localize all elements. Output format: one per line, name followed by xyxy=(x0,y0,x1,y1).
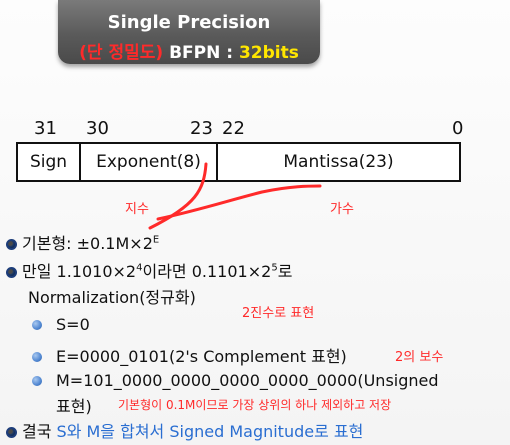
title-banner: Single Precision (단 정밀도) BFPN : 32bits xyxy=(58,0,320,64)
float-register-diagram: Sign Exponent(8) Mantissa(23) xyxy=(16,142,461,182)
basic-form-exponent: E xyxy=(152,234,160,246)
exponent-annotation: 지수 xyxy=(125,202,149,217)
slide-subtitle: (단 정밀도) BFPN : 32bits xyxy=(58,38,320,63)
conclusion-line: 결국 S와 M을 합쳐서 Signed Magnitude로 표현 xyxy=(6,418,363,442)
bit-label-0: 0 xyxy=(452,118,464,139)
mantissa-arrow-mark xyxy=(156,184,322,221)
example-text-2: 이라면 0.1101×2 xyxy=(142,262,272,281)
sub-bullet-icon xyxy=(32,320,42,330)
mantissa-annotation: 가수 xyxy=(330,202,354,217)
m-value-line: M=101_0000_0000_0000_0000_0000(Unsigned xyxy=(32,371,439,390)
bit-label-22: 22 xyxy=(222,118,245,139)
example-text-3: 로 xyxy=(277,262,293,281)
subtitle-mid: BFPN : xyxy=(163,43,239,63)
example-text-1: 만일 1.1010×2 xyxy=(22,262,137,281)
binary-note: 2진수로 표현 xyxy=(242,306,315,321)
bit-label-31: 31 xyxy=(34,118,57,139)
sign-field: Sign xyxy=(18,144,81,180)
mantissa-field: Mantissa(23) xyxy=(283,152,394,172)
conclusion-prefix: 결국 xyxy=(22,422,57,441)
basic-form-line: 기본형: ±0.1M×2E xyxy=(6,230,159,254)
bullet-icon xyxy=(6,427,17,438)
subtitle-bits: 32bits xyxy=(238,43,299,63)
m-value-text: M=101_0000_0000_0000_0000_0000(Unsigned xyxy=(56,371,439,390)
s-value-text: S=0 xyxy=(56,315,90,334)
basic-form-text: 기본형: ±0.1M×2 xyxy=(22,234,153,253)
exponent-field: Exponent(8) xyxy=(81,144,218,180)
e-value-line: E=0000_0101(2's Complement 표현) xyxy=(32,343,347,367)
sub-bullet-icon xyxy=(32,352,42,362)
bullet-icon xyxy=(6,267,17,278)
s-value-line: S=0 xyxy=(32,315,90,334)
slide-title: Single Precision xyxy=(107,12,271,33)
conclusion-text: S와 M을 합쳐서 Signed Magnitude로 표현 xyxy=(56,422,364,441)
subtitle-korean: (단 정밀도) xyxy=(79,43,164,63)
bit-label-23: 23 xyxy=(190,118,213,139)
unsigned-note: 기본형이 0.1M이므로 가장 상위의 하나 제외하고 저장 xyxy=(118,398,392,412)
bullet-icon xyxy=(6,239,17,250)
normalization-line: Normalization(정규화) xyxy=(28,288,196,307)
example-line: 만일 1.1010×24이라면 0.1101×25로 xyxy=(6,258,292,282)
sub-bullet-icon xyxy=(32,376,42,386)
e-value-text: E=0000_0101(2's Complement 표현) xyxy=(56,347,347,366)
m-value-line-2: 표현) xyxy=(56,397,92,416)
twos-complement-note: 2의 보수 xyxy=(395,350,444,365)
bit-label-30: 30 xyxy=(86,118,109,139)
